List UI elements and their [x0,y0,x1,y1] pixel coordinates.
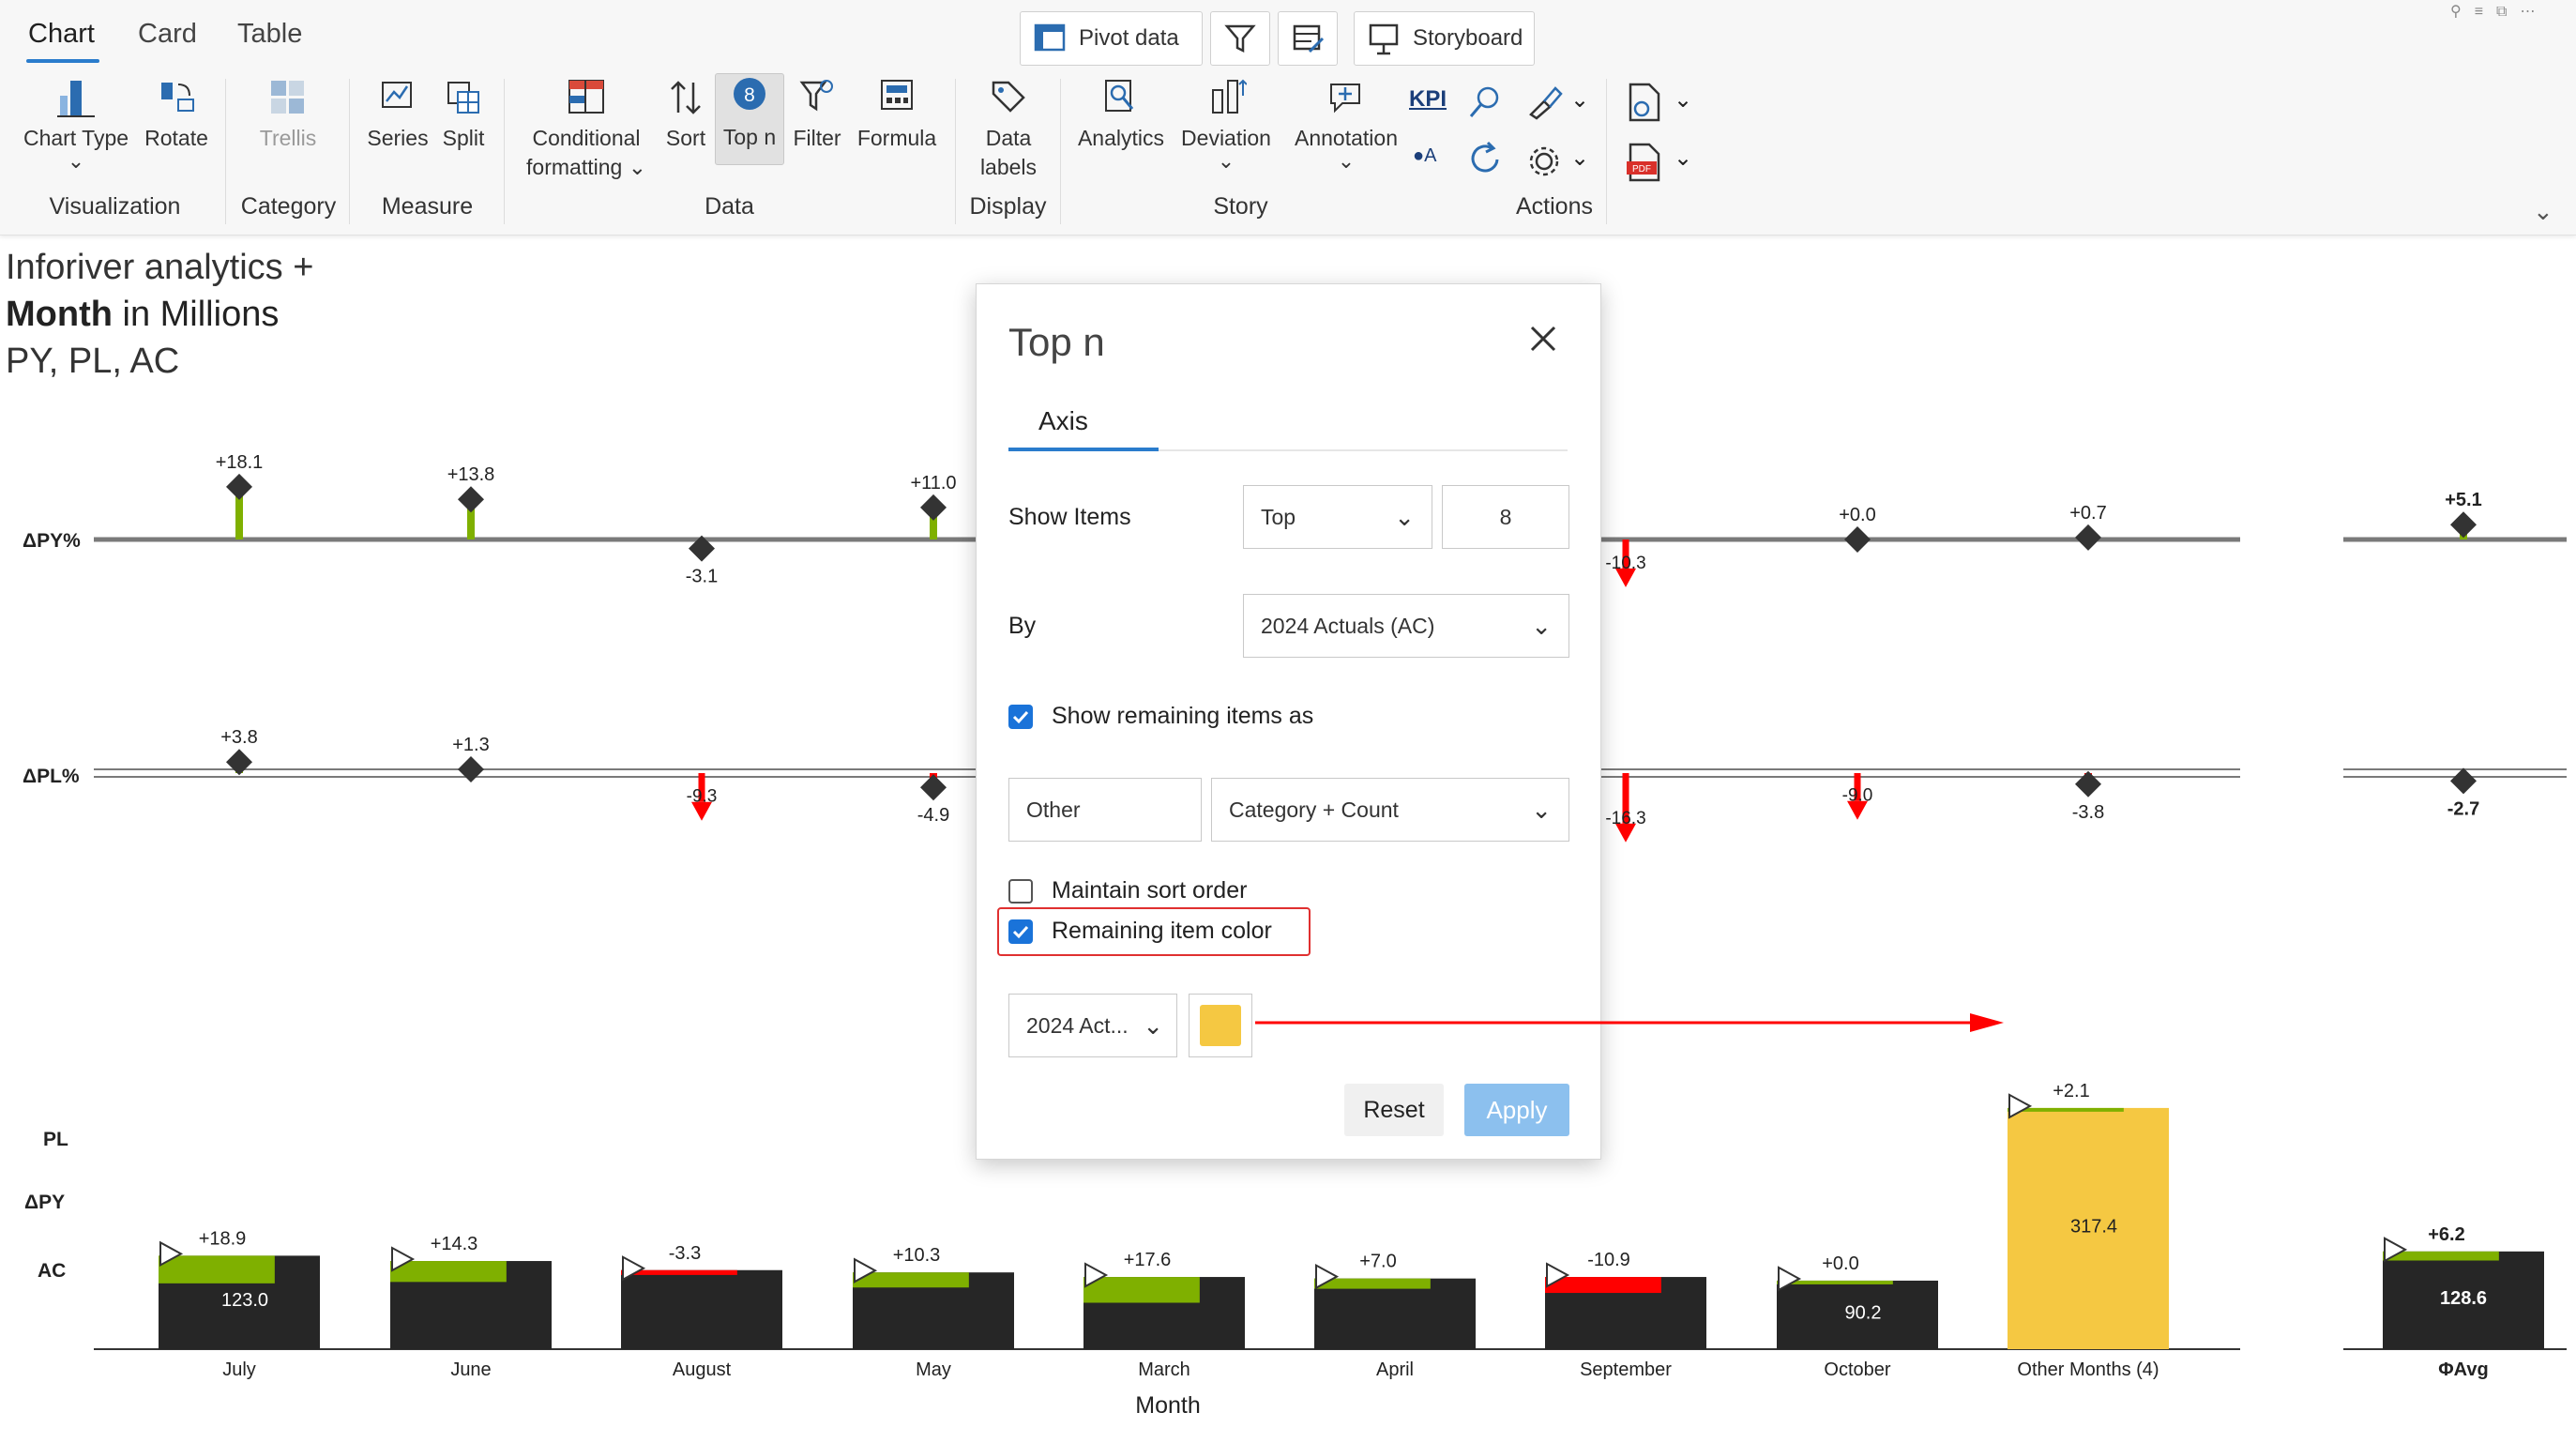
dpy-label-1: +14.3 [431,1234,478,1254]
dpy-label-6: -10.9 [1587,1250,1630,1270]
avg-dpy-pct-pin-marker [2450,511,2477,539]
category-label-7: October [1824,1359,1891,1380]
by-label: By [1008,613,1037,639]
chevron-down-icon: ⌄ [1531,611,1552,640]
other-value: Other [1026,797,1081,822]
by-value: 2024 Actuals (AC) [1261,613,1435,638]
chevron-down-icon: ⌄ [1531,795,1552,824]
count-value: 8 [1499,504,1512,529]
dpy-bar-4 [1083,1277,1200,1303]
close-icon[interactable] [1526,322,1560,356]
category-label-0: July [222,1359,256,1380]
dpy-pct-pin-1-label: +13.8 [447,464,495,485]
remaining-color-label: Remaining item color [1052,918,1272,944]
ac-bar-5 [1314,1278,1476,1349]
measure-select-value: 2024 Act... [1026,1012,1129,1038]
dpl-pct-pin-1-marker [458,755,484,782]
avg-dpy-pct-pin-label: +5.1 [2445,490,2481,510]
ac-bar-2 [621,1269,782,1349]
chevron-down-icon: ⌄ [1143,1010,1163,1040]
by-select[interactable]: 2024 Actuals (AC) ⌄ [1243,594,1569,658]
dpl-pct-pin-7-label: -9.0 [1842,786,1873,806]
category-label-2: August [672,1359,732,1380]
avg-dpl-pct-pin-label: -2.7 [2447,798,2479,819]
dpy-label-3: +10.3 [893,1245,941,1266]
category-label-3: May [916,1359,951,1380]
dpy-pct-pin-2-label: -3.1 [686,567,718,587]
show-items-value: Top [1261,504,1296,529]
dpl-pct-pin-1-label: +1.3 [452,735,489,755]
dpl-pct-pin-8-label: -3.8 [2072,802,2104,823]
category-label-6: September [1580,1359,1672,1380]
show-items-select[interactable]: Top ⌄ [1243,485,1432,549]
dpl-pct-pin-0-label: +3.8 [220,727,257,748]
dpy-pct-pin-8-label: +0.7 [2069,503,2106,524]
dpy-bar-0 [159,1255,275,1284]
checkmark-icon [1012,925,1029,939]
ac-label-0: 123.0 [221,1290,268,1311]
category-count-value: Category + Count [1229,797,1399,822]
dpy-bar-1 [390,1261,507,1283]
dpy-pct-pin-3-marker [920,494,947,521]
category-label-1: June [450,1359,492,1380]
show-remaining-label: Show remaining items as [1052,703,1314,729]
avg-category-label: ΦAvg [2438,1359,2489,1380]
dpy-pct-pin-0-label: +18.1 [216,452,264,473]
checkmark-icon [1012,710,1029,724]
maintain-sort-checkbox[interactable] [1008,879,1033,904]
category-label-8: Other Months (4) [2017,1359,2159,1380]
dpy-pct-pin-0-marker [226,473,252,500]
category-label-4: March [1138,1359,1190,1380]
x-axis-title: Month [1135,1392,1201,1419]
tab-axis[interactable]: Axis [1038,406,1088,436]
dpy-label-0: +18.9 [199,1228,247,1249]
dpl-pct-pin-0-marker [226,749,252,776]
dpl-pct-pin-6-label: -16.3 [1605,809,1645,828]
color-picker[interactable] [1189,994,1252,1057]
annotation-arrow [1255,1013,2004,1032]
avg-dpl-pct-pin-marker [2450,767,2477,795]
reset-button[interactable]: Reset [1344,1084,1444,1136]
active-tab-indicator [1008,448,1159,451]
apply-button[interactable]: Apply [1464,1084,1569,1136]
ac-label-8: 317.4 [2070,1216,2117,1237]
measure-select[interactable]: 2024 Act... ⌄ [1008,994,1177,1057]
maintain-sort-label: Maintain sort order [1052,877,1248,904]
ac-label-7: 90.2 [1845,1302,1882,1323]
dpy-pct-pin-7-marker [1844,526,1871,553]
dpy-pct-pin-3-label: +11.0 [910,473,956,494]
dpl-pct-pin-8-marker [2075,770,2101,797]
category-label-5: April [1375,1359,1414,1380]
color-swatch [1200,1005,1241,1046]
show-items-label: Show Items [1008,504,1131,530]
count-input[interactable]: 8 [1442,485,1569,549]
avg-dpy-label: +6.2 [2428,1224,2464,1245]
dpy-label-5: +7.0 [1359,1252,1396,1272]
dpy-bar-3 [853,1272,969,1288]
avg-ac-label: 128.6 [2440,1288,2487,1309]
dpl-pct-pin-2-label: -9.3 [687,787,718,807]
dpy-label-8: +2.1 [2053,1081,2089,1101]
dialog-title: Top n [1008,320,1105,364]
chevron-down-icon: ⌄ [1394,502,1415,531]
dpy-label-2: -3.3 [669,1243,701,1264]
show-remaining-checkbox[interactable] [1008,705,1033,729]
dpy-label-7: +0.0 [1822,1253,1858,1274]
dpy-pct-pin-6-label: -10.3 [1605,554,1645,573]
dpy-bar-6 [1545,1277,1661,1294]
dpy-pct-pin-1-marker [458,486,484,513]
dpl-pct-pin-3-label: -4.9 [917,805,949,826]
dpl-pct-pin-3-marker [920,774,947,801]
dpy-pct-pin-8-marker [2075,524,2101,551]
dpy-label-4: +17.6 [1124,1250,1172,1270]
remaining-color-checkbox[interactable] [1008,919,1033,944]
other-label-input[interactable]: Other [1008,778,1202,842]
dpy-pct-pin-7-label: +0.0 [1839,505,1875,525]
category-count-select[interactable]: Category + Count ⌄ [1211,778,1569,842]
